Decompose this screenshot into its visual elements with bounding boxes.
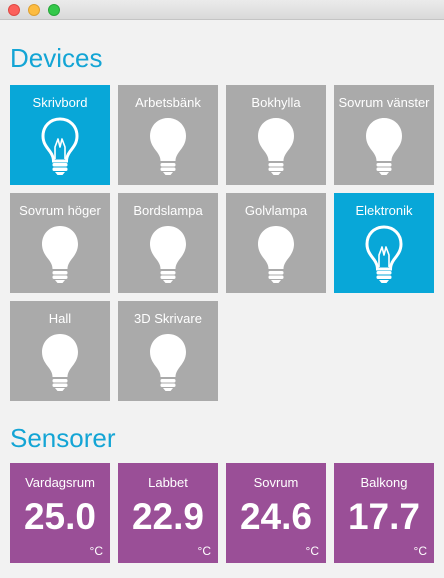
device-label: Arbetsbänk <box>135 95 201 110</box>
device-label: Hall <box>48 311 72 326</box>
device-label: Bordslampa <box>133 203 203 218</box>
sensor-tile: Vardagsrum 25.0 °C <box>10 463 110 563</box>
sensor-tile: Labbet 22.9 °C <box>118 463 218 563</box>
device-label: Elektronik <box>355 203 413 218</box>
device-tile[interactable]: Bokhylla <box>226 85 326 185</box>
device-tile[interactable]: Hall <box>10 301 110 401</box>
lightbulb-icon <box>257 117 295 175</box>
sensor-label: Sovrum <box>253 475 299 490</box>
device-tile[interactable]: Bordslampa <box>118 193 218 293</box>
minimize-window-button[interactable] <box>28 4 40 16</box>
lightbulb-icon <box>41 225 79 283</box>
title-bar <box>0 0 444 20</box>
lightbulb-icon <box>257 225 295 283</box>
sensor-unit: °C <box>305 544 319 558</box>
device-label: 3D Skrivare <box>134 311 202 326</box>
sensor-label: Vardagsrum <box>25 475 95 490</box>
device-tile[interactable]: Golvlampa <box>226 193 326 293</box>
lightbulb-icon <box>365 117 403 175</box>
device-tile[interactable]: Sovrum höger <box>10 193 110 293</box>
lightbulb-icon <box>149 225 187 283</box>
zoom-window-button[interactable] <box>48 4 60 16</box>
device-label: Golvlampa <box>244 203 308 218</box>
close-window-button[interactable] <box>8 4 20 16</box>
device-tile[interactable]: Sovrum vänster <box>334 85 434 185</box>
sensors-heading: Sensorer <box>10 423 116 453</box>
device-label: Sovrum höger <box>19 203 101 218</box>
sensor-value: 25.0 <box>23 496 96 537</box>
sensor-value: 22.9 <box>131 496 204 537</box>
sensor-tile: Balkong 17.7 °C <box>334 463 434 563</box>
sensor-unit: °C <box>413 544 427 558</box>
lightbulb-icon <box>149 117 187 175</box>
sensor-tile: Sovrum 24.6 °C <box>226 463 326 563</box>
lightbulb-icon <box>149 333 187 391</box>
lightbulb-icon <box>41 333 79 391</box>
device-tile[interactable]: Skrivbord <box>10 85 110 185</box>
device-tile[interactable]: Elektronik <box>334 193 434 293</box>
sensor-unit: °C <box>89 544 103 558</box>
sensor-label: Labbet <box>148 475 188 490</box>
device-label: Bokhylla <box>251 95 301 110</box>
device-tile[interactable]: Arbetsbänk <box>118 85 218 185</box>
sensor-value: 24.6 <box>239 496 312 537</box>
sensor-label: Balkong <box>360 475 408 490</box>
device-label: Skrivbord <box>32 95 88 110</box>
lightbulb-icon <box>41 117 79 175</box>
sensor-value: 17.7 <box>347 496 420 537</box>
app-window: Devices Skrivbord Arbetsbänk Bokhylla Sovru… <box>0 0 444 578</box>
sensor-unit: °C <box>197 544 211 558</box>
device-label: Sovrum vänster <box>338 95 430 110</box>
lightbulb-icon <box>365 225 403 283</box>
device-tile[interactable]: 3D Skrivare <box>118 301 218 401</box>
devices-heading: Devices <box>10 43 103 73</box>
